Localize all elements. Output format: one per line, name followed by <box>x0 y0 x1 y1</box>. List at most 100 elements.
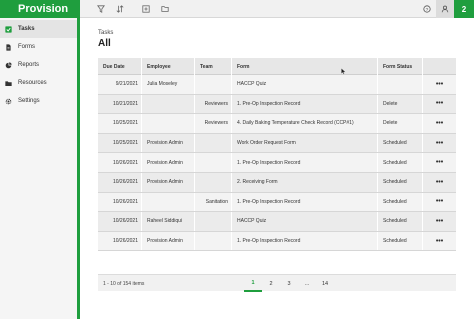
notification-count-button[interactable]: 2 <box>454 0 474 18</box>
form-cell[interactable]: 1. Pre-Op Inspection Record <box>232 231 378 251</box>
check-icon <box>5 25 12 33</box>
page-14-button[interactable]: 14 <box>316 275 334 292</box>
table-row[interactable]: 10/26/2021 Provision Admin 1. Pre-Op Inspe… <box>98 231 456 252</box>
form-status-cell <box>378 75 423 94</box>
employee-cell <box>142 94 195 114</box>
help-icon: ? <box>423 5 431 13</box>
form-status-cell: Scheduled <box>378 133 423 153</box>
page-ellipsis: ... <box>304 280 310 287</box>
sidebar-item-settings[interactable]: Settings <box>0 92 77 110</box>
team-cell: Reviewers <box>195 114 232 133</box>
tasks-table: Due Date Employee Team Form Form Status … <box>98 58 456 252</box>
column-header-form[interactable]: Form <box>232 58 378 75</box>
form-cell[interactable]: 1. Pre-Op Inspection Record <box>232 94 378 114</box>
due-date-cell: 10/26/2021 <box>98 172 142 192</box>
document-icon <box>5 43 12 51</box>
sidebar: Tasks Forms Reports Resources Settings <box>0 18 80 319</box>
row-actions-menu-button[interactable]: ••• <box>423 114 456 133</box>
row-actions-menu-button[interactable]: ••• <box>423 173 456 192</box>
gear-icon <box>5 98 12 105</box>
item-count: 1 - 10 of 154 items <box>103 280 145 287</box>
sidebar-item-reports[interactable]: Reports <box>0 56 77 74</box>
sidebar-item-resources[interactable]: Resources <box>0 74 77 92</box>
filter-icon[interactable] <box>92 0 110 18</box>
chart-icon <box>5 61 12 69</box>
form-status-cell: Scheduled <box>378 212 423 231</box>
table-row[interactable]: 10/26/2021 Provision Admin 2. Receiving Fo… <box>98 172 456 193</box>
row-actions-menu-button[interactable]: ••• <box>423 153 456 172</box>
form-cell[interactable]: HACCP Quiz <box>232 212 378 231</box>
breadcrumb[interactable]: Tasks <box>98 30 113 36</box>
employee-cell: Julia Moseley <box>142 75 195 94</box>
form-status-cell: Scheduled <box>378 172 423 192</box>
table-row[interactable]: 10/21/2021 Reviewers 1. Pre-Op Inspection … <box>98 94 456 115</box>
form-status-cell: Delete <box>378 94 423 114</box>
add-icon[interactable] <box>137 0 155 18</box>
due-date-cell: 10/26/2021 <box>98 153 142 172</box>
table-row[interactable]: 9/21/2021 Julia Moseley HACCP Quiz ••• <box>98 75 456 95</box>
employee-cell <box>142 192 195 212</box>
page-2-button[interactable]: 2 <box>262 275 280 292</box>
due-date-cell: 10/26/2021 <box>98 231 142 251</box>
table-row[interactable]: 10/26/2021 Raheel Siddiqui HACCP Quiz Sched… <box>98 212 456 232</box>
column-header-employee[interactable]: Employee <box>142 58 195 75</box>
row-actions-menu-button[interactable]: ••• <box>423 212 456 231</box>
sidebar-item-label: Tasks <box>18 26 35 32</box>
sidebar-item-label: Reports <box>18 62 40 68</box>
form-cell[interactable]: HACCP Quiz <box>232 75 378 94</box>
user-button[interactable] <box>436 0 454 18</box>
employee-cell: Provision Admin <box>142 172 195 192</box>
form-cell[interactable]: Work Order Request Form <box>232 133 378 153</box>
due-date-cell: 10/26/2021 <box>98 212 142 231</box>
due-date-cell: 10/25/2021 <box>98 133 142 153</box>
due-date-cell: 10/26/2021 <box>98 192 142 212</box>
page-1-button[interactable]: 1 <box>244 275 262 292</box>
column-header-team[interactable]: Team <box>195 58 232 75</box>
sidebar-item-tasks[interactable]: Tasks <box>0 20 77 38</box>
due-date-cell: 9/21/2021 <box>98 75 142 94</box>
table-row[interactable]: 10/25/2021 Provision Admin Work Order Requ… <box>98 133 456 154</box>
form-cell[interactable]: 1. Pre-Op Inspection Record <box>232 153 378 172</box>
row-actions-menu-button[interactable]: ••• <box>423 193 456 212</box>
team-cell <box>195 133 232 153</box>
team-cell <box>195 212 232 231</box>
row-actions-menu-button[interactable]: ••• <box>423 232 456 251</box>
row-actions-menu-button[interactable]: ••• <box>423 75 456 94</box>
team-cell <box>195 231 232 251</box>
row-actions-menu-button[interactable]: ••• <box>423 134 456 153</box>
due-date-cell: 10/25/2021 <box>98 114 142 133</box>
page-3-button[interactable]: 3 <box>280 275 298 292</box>
row-actions-menu-button[interactable]: ••• <box>423 95 456 114</box>
form-status-cell: Scheduled <box>378 153 423 172</box>
mouse-cursor-icon <box>341 68 346 75</box>
form-status-cell: Delete <box>378 114 423 133</box>
employee-cell <box>142 114 195 133</box>
top-bar: Provision ? 2 <box>0 0 474 18</box>
due-date-cell: 10/21/2021 <box>98 94 142 114</box>
svg-text:?: ? <box>426 7 429 13</box>
form-status-cell: Scheduled <box>378 231 423 251</box>
folder-icon[interactable] <box>156 0 174 18</box>
sidebar-item-forms[interactable]: Forms <box>0 38 77 56</box>
table-header: Due Date Employee Team Form Form Status <box>98 58 456 75</box>
team-cell: Reviewers <box>195 94 232 114</box>
table-row[interactable]: 10/25/2021 Reviewers 4. Daily Baking Tempe… <box>98 114 456 134</box>
form-cell[interactable]: 2. Receiving Form <box>232 172 378 192</box>
form-status-cell: Scheduled <box>378 192 423 212</box>
form-cell[interactable]: 1. Pre-Op Inspection Record <box>232 192 378 212</box>
team-cell <box>195 172 232 192</box>
team-cell <box>195 75 232 94</box>
table-footer: 1 - 10 of 154 items 1 2 3 ... 14 <box>98 274 456 292</box>
user-icon <box>441 5 449 13</box>
table-row[interactable]: 10/26/2021 Provision Admin 1. Pre-Op Inspe… <box>98 153 456 173</box>
main-content: Tasks All Due Date Employee Team Form Fo… <box>83 18 474 319</box>
sort-icon[interactable] <box>111 0 129 18</box>
form-cell[interactable]: 4. Daily Baking Temperature Check Record… <box>232 114 378 133</box>
sidebar-item-label: Settings <box>18 98 40 104</box>
sidebar-item-label: Resources <box>18 80 47 86</box>
table-row[interactable]: 10/26/2021 Sanitation 1. Pre-Op Inspection… <box>98 192 456 213</box>
column-header-form-status[interactable]: Form Status <box>378 58 423 75</box>
app-logo[interactable]: Provision <box>0 0 80 18</box>
help-button[interactable]: ? <box>418 0 436 18</box>
column-header-due-date[interactable]: Due Date <box>98 58 142 75</box>
